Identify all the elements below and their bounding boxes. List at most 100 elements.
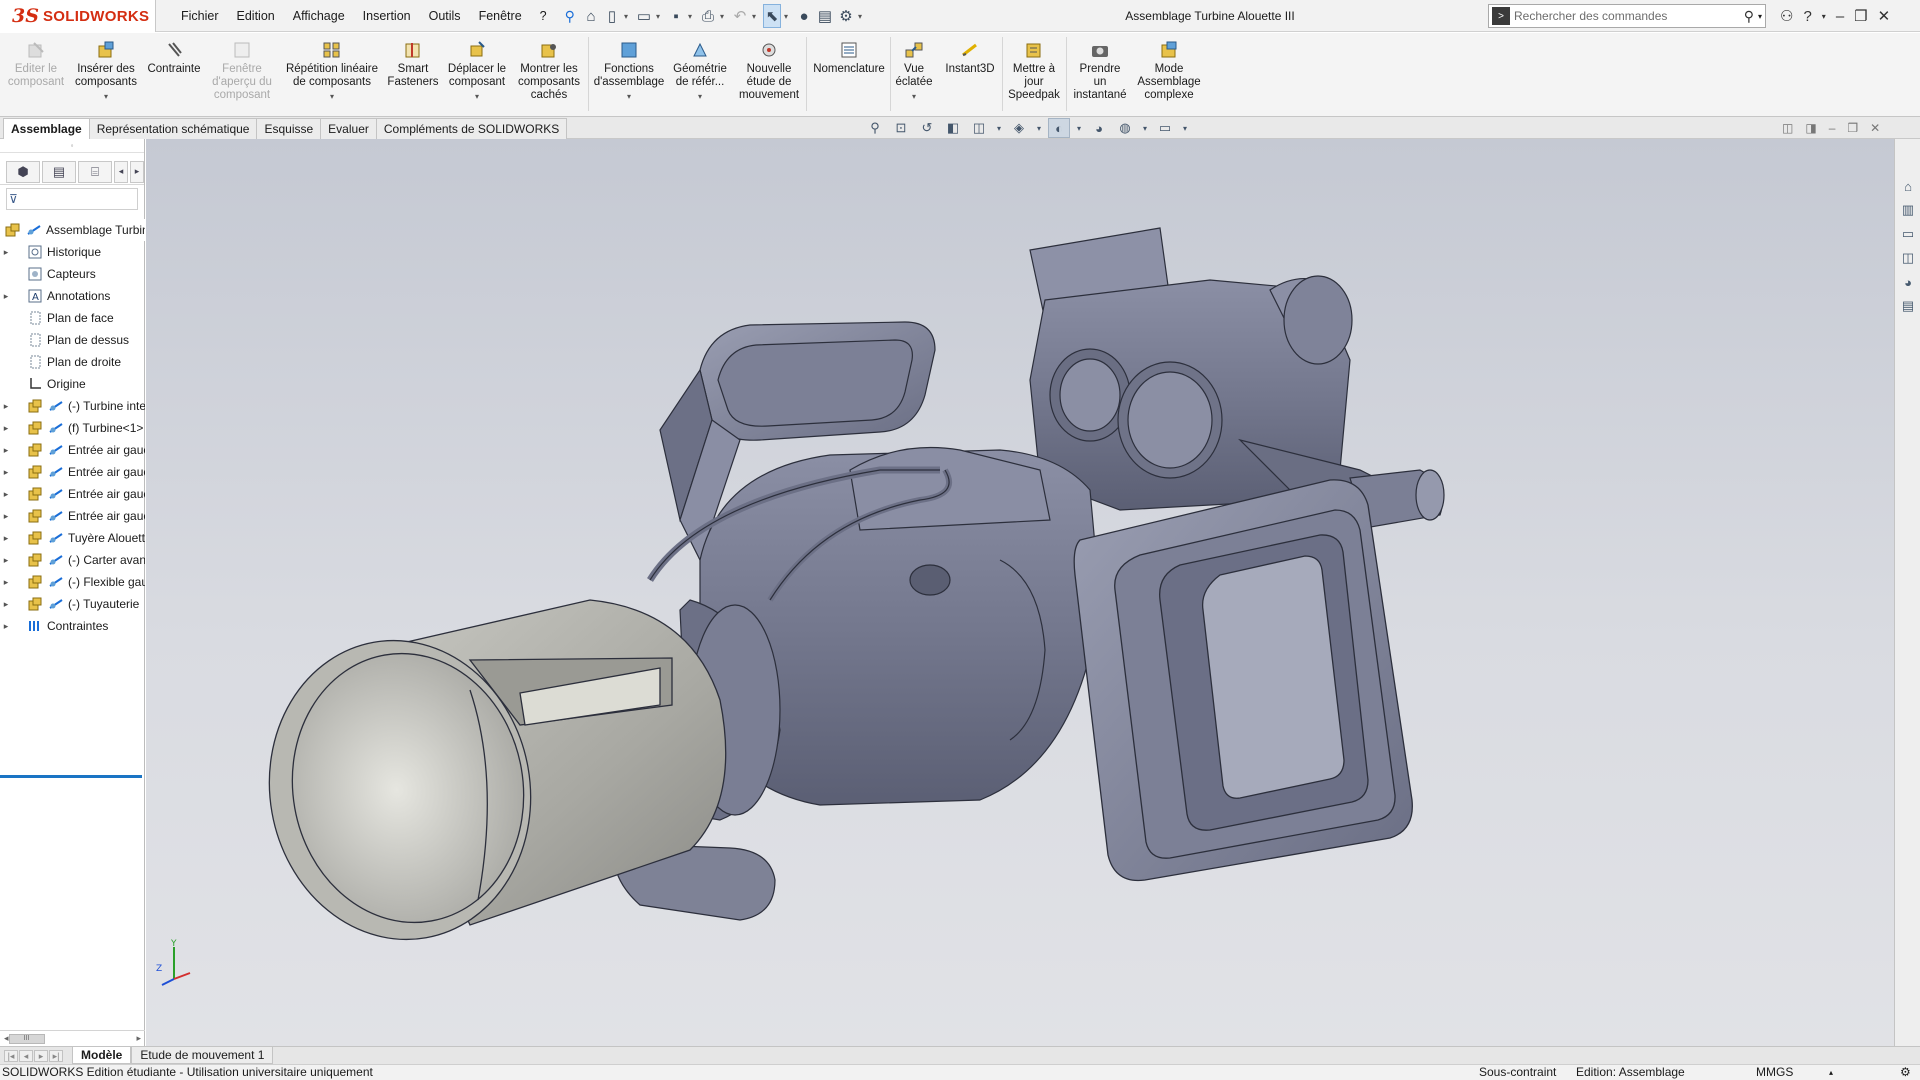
expand-arrow-icon[interactable]: ▸ xyxy=(0,423,12,434)
rollback-bar[interactable] xyxy=(0,775,142,778)
open-folder-icon[interactable]: ▭ xyxy=(635,4,653,28)
options-gear-icon[interactable]: ⚙ xyxy=(837,4,855,28)
close-icon[interactable]: ✕ xyxy=(1870,121,1880,135)
expand-arrow-icon[interactable]: ▸ xyxy=(0,555,12,566)
exploded-view-button[interactable]: Vue éclatée ▾ xyxy=(894,39,934,103)
close-icon[interactable]: ✕ xyxy=(1878,7,1891,25)
chevron-down-icon[interactable]: ▾ xyxy=(720,12,728,21)
split-view-icon[interactable]: ◨ xyxy=(1805,121,1816,135)
property-manager-tab-icon[interactable]: ▤ xyxy=(42,160,76,183)
dynamic-annotation-icon[interactable]: ◫ xyxy=(968,118,990,138)
show-hidden-button[interactable]: Montrer les composants cachés xyxy=(514,39,584,102)
smart-fasteners-button[interactable]: Smart Fasteners xyxy=(386,39,440,89)
minimize-icon[interactable]: – xyxy=(1829,121,1836,135)
expand-arrow-icon[interactable]: ▸ xyxy=(0,467,12,478)
traffic-light-icon[interactable]: ● xyxy=(795,4,813,28)
chevron-down-icon[interactable]: ▾ xyxy=(104,90,108,103)
file-properties-icon[interactable]: ▤ xyxy=(816,4,834,28)
turbine-assembly-model[interactable] xyxy=(146,139,1894,1046)
edit-appearance-icon[interactable]: ◕ xyxy=(1088,118,1110,138)
edit-component-button[interactable]: Editer le composant xyxy=(6,39,66,89)
configuration-manager-tab-icon[interactable]: ⌸ xyxy=(78,160,112,183)
chevron-down-icon[interactable]: ▾ xyxy=(1074,118,1084,138)
tree-node-component[interactable]: ▸ Tuyère Alouette xyxy=(0,527,145,549)
tree-node-plane[interactable]: Plan de droite xyxy=(0,351,145,373)
display-style-icon[interactable]: ◐ xyxy=(1048,118,1070,138)
insert-components-button[interactable]: Insérer des composants ▾ xyxy=(72,39,140,103)
scroll-thumb[interactable]: III xyxy=(8,1033,45,1044)
chevron-down-icon[interactable]: ▾ xyxy=(698,90,702,103)
large-assembly-mode-button[interactable]: Mode Assemblage complexe xyxy=(1134,39,1204,102)
zoom-to-fit-icon[interactable]: ⚲ xyxy=(864,118,886,138)
previous-tab-icon[interactable]: ◂ xyxy=(19,1049,33,1062)
update-speedpak-button[interactable]: Mettre à jour Speedpak xyxy=(1006,39,1062,102)
graphics-area[interactable]: Y Z xyxy=(146,139,1894,1046)
tree-node-component[interactable]: ▸ Entrée air gauche<3> xyxy=(0,483,145,505)
move-component-button[interactable]: Déplacer le composant ▾ xyxy=(444,39,510,103)
reference-geometry-button[interactable]: Géométrie de référ... ▾ xyxy=(668,39,732,103)
home-icon[interactable]: ⌂ xyxy=(582,4,600,28)
restore-icon[interactable]: ❐ xyxy=(1847,121,1858,135)
pin-menu-icon[interactable]: ⚲ xyxy=(556,0,584,32)
chevron-down-icon[interactable]: ▾ xyxy=(1822,12,1826,21)
expand-arrow-icon[interactable]: ▸ xyxy=(0,489,12,500)
tree-node-component[interactable]: ▸ Entrée air gauche<2> xyxy=(0,461,145,483)
tree-node-plane[interactable]: Plan de dessus xyxy=(0,329,145,351)
tab-motion-study[interactable]: Etude de mouvement 1 xyxy=(131,1047,274,1064)
feature-tree-tab-icon[interactable]: ⬢ xyxy=(6,160,40,183)
chevron-down-icon[interactable]: ▾ xyxy=(1758,12,1765,21)
menu-affichage[interactable]: Affichage xyxy=(284,0,354,32)
menu-fichier[interactable]: Fichier xyxy=(172,0,228,32)
scroll-right-icon[interactable]: ▸ xyxy=(136,1033,141,1044)
unit-system[interactable]: MMGS xyxy=(1756,1065,1793,1080)
tree-node-plane[interactable]: Plan de face xyxy=(0,307,145,329)
menu-insertion[interactable]: Insertion xyxy=(354,0,420,32)
panel-collapse-handle[interactable]: ◦ xyxy=(0,139,144,153)
chevron-down-icon[interactable]: ▾ xyxy=(858,12,866,21)
apply-scene-icon[interactable]: ◍ xyxy=(1114,118,1136,138)
instant3d-button[interactable]: Instant3D xyxy=(940,39,1000,76)
take-snapshot-button[interactable]: Prendre un instantané xyxy=(1070,39,1130,102)
chevron-down-icon[interactable]: ▾ xyxy=(624,12,632,21)
tab-assemblage[interactable]: Assemblage xyxy=(3,118,90,139)
mate-button[interactable]: Contrainte xyxy=(144,39,204,76)
chevron-down-icon[interactable]: ▾ xyxy=(688,12,696,21)
chevron-down-icon[interactable]: ▾ xyxy=(1180,118,1190,138)
expand-arrow-icon[interactable]: ▸ xyxy=(0,621,12,632)
tree-filter[interactable]: ⊽ xyxy=(6,188,138,210)
chevron-down-icon[interactable]: ▾ xyxy=(475,90,479,103)
tab-evaluer[interactable]: Evaluer xyxy=(320,118,377,139)
first-tab-icon[interactable]: |◂ xyxy=(4,1049,18,1062)
custom-properties-icon[interactable]: ▤ xyxy=(1897,295,1919,317)
tab-model[interactable]: Modèle xyxy=(72,1047,132,1064)
chevron-down-icon[interactable]: ▾ xyxy=(784,12,792,21)
chevron-down-icon[interactable]: ▾ xyxy=(1034,118,1044,138)
expand-arrow-icon[interactable]: ▸ xyxy=(0,247,12,258)
tree-node-component[interactable]: ▸ Entrée air gauche<4> xyxy=(0,505,145,527)
component-preview-button[interactable]: Fenêtre d'aperçu du composant xyxy=(208,39,276,102)
print-icon[interactable]: ⎙ xyxy=(699,4,717,28)
customize-icon[interactable]: ⚙ xyxy=(1900,1065,1911,1080)
right-air-intake[interactable] xyxy=(1073,479,1413,882)
undo-icon[interactable]: ↶ xyxy=(731,4,749,28)
expand-arrow-icon[interactable]: ▸ xyxy=(0,577,12,588)
chevron-right-icon[interactable]: ▸ xyxy=(130,160,144,183)
menu-fenetre[interactable]: Fenêtre xyxy=(470,0,531,32)
expand-arrow-icon[interactable]: ▸ xyxy=(0,599,12,610)
solidworks-resources-icon[interactable]: ⌂ xyxy=(1897,175,1919,197)
tree-horizontal-scrollbar[interactable]: ◂ III ▸ xyxy=(0,1030,145,1046)
chevron-down-icon[interactable]: ▾ xyxy=(330,90,334,103)
tree-node-mates[interactable]: ▸ Contraintes xyxy=(0,615,145,637)
tab-representation-schematique[interactable]: Représentation schématique xyxy=(88,118,258,139)
view-orientation-icon[interactable]: ◈ xyxy=(1008,118,1030,138)
expand-arrow-icon[interactable]: ▸ xyxy=(0,291,12,302)
tree-node-component[interactable]: ▸ (-) Flexible gauche xyxy=(0,571,145,593)
chevron-down-icon[interactable]: ▾ xyxy=(627,90,631,103)
help-icon[interactable]: ? xyxy=(1803,8,1811,25)
split-view-icon[interactable]: ◫ xyxy=(1782,121,1793,135)
new-document-icon[interactable]: ▯ xyxy=(603,4,621,28)
tree-node-component[interactable]: ▸ (-) Carter avant xyxy=(0,549,145,571)
tab-complements[interactable]: Compléments de SOLIDWORKS xyxy=(375,118,568,139)
chevron-up-icon[interactable]: ▴ xyxy=(1829,1065,1833,1080)
tree-node-assembly[interactable]: Assemblage Turbine Alouette III xyxy=(0,219,145,241)
